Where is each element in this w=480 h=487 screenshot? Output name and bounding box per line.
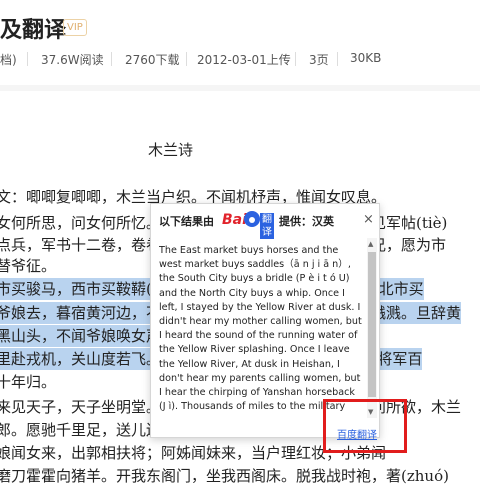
popup-header-suffix: 提供：汉英 bbox=[279, 215, 334, 228]
baidu-paw-icon bbox=[244, 211, 260, 227]
section-divider bbox=[0, 85, 480, 91]
doc-line: 十年归。 bbox=[0, 373, 57, 391]
meta-divider bbox=[186, 52, 187, 66]
annotation-highlight-box bbox=[323, 399, 407, 453]
popup-header-prefix: 以下结果由 bbox=[159, 215, 214, 228]
meta-size: 30KB bbox=[350, 51, 382, 65]
popup-header: 以下结果由 Bai 翻译 提供：汉英 × bbox=[151, 204, 379, 239]
doc-title: 及翻译 bbox=[0, 18, 67, 43]
doc-line: 替爷征。 bbox=[0, 257, 57, 275]
meta-divider bbox=[111, 52, 112, 66]
baidu-fanyi-label: 翻译 bbox=[260, 213, 274, 239]
poem-title: 木兰诗 bbox=[148, 141, 194, 159]
meta-pages: 3页 bbox=[309, 53, 329, 67]
meta-upload-date: 2012-03-01上传 bbox=[197, 53, 291, 67]
meta-views: 37.6W阅读 bbox=[41, 53, 104, 67]
meta-format: 档) bbox=[0, 53, 17, 67]
close-icon[interactable]: × bbox=[363, 212, 374, 227]
scrollbar-thumb[interactable] bbox=[368, 252, 376, 397]
vip-badge: VIP bbox=[63, 19, 87, 36]
meta-downloads: 2760下载 bbox=[125, 53, 180, 67]
scroll-up-icon[interactable]: ▲ bbox=[368, 240, 373, 248]
doc-line: 磨刀霍霍向猪羊。开我东阁门，坐我西阁床。脱我战时袍，著(zhuó) bbox=[0, 467, 449, 485]
meta-divider bbox=[337, 52, 338, 66]
meta-divider bbox=[27, 52, 28, 66]
translation-text: The East market buys horses and the west… bbox=[159, 245, 362, 413]
doc-header: 及翻译 VIP 档) 37.6W阅读 2760下载 2012-03-01上传 3… bbox=[0, 0, 480, 80]
meta-divider bbox=[295, 52, 296, 66]
